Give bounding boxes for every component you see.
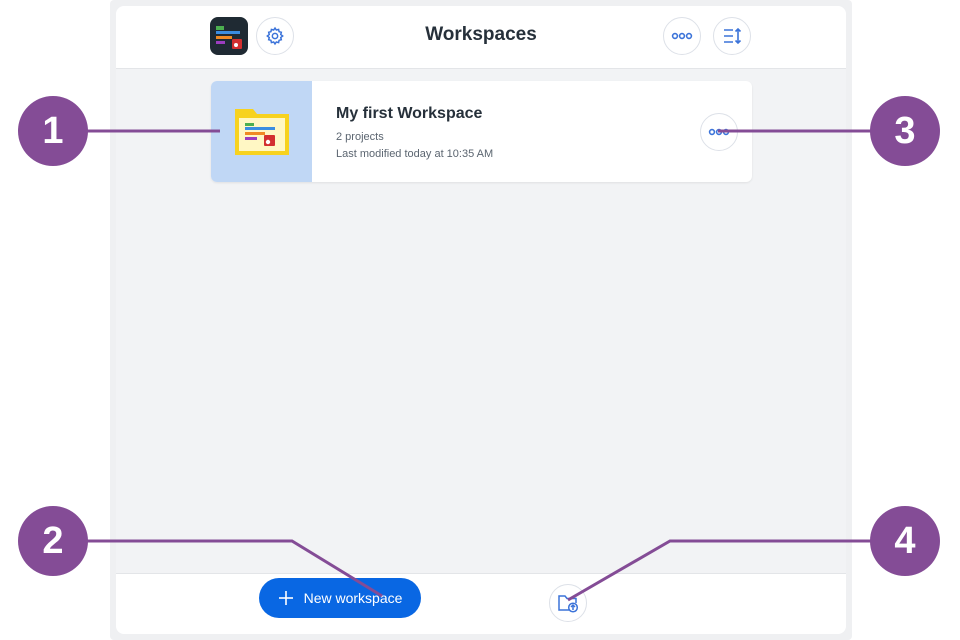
plus-icon	[278, 591, 293, 605]
new-workspace-button[interactable]: New workspace	[259, 578, 421, 618]
app-window: Workspaces My first Workspace 2 projects…	[116, 6, 846, 634]
workspace-card[interactable]: My first Workspace 2 projects Last modif…	[211, 81, 752, 182]
new-workspace-label: New workspace	[303, 590, 403, 606]
folder-upload-icon	[558, 595, 579, 613]
sort-button[interactable]	[713, 17, 751, 55]
folder-icon	[235, 109, 289, 155]
import-workspace-button[interactable]	[549, 584, 587, 622]
callout-badge: 3	[870, 96, 940, 166]
header: Workspaces	[116, 6, 846, 69]
workspace-name: My first Workspace	[336, 105, 483, 122]
sort-icon	[724, 27, 742, 45]
workspace-project-count: 2 projects	[336, 131, 384, 143]
workspace-last-modified: Last modified today at 10:35 AM	[336, 148, 494, 160]
workspace-options-button[interactable]	[700, 113, 738, 151]
more-options-button[interactable]	[663, 17, 701, 55]
workspace-thumbnail	[211, 81, 312, 182]
ellipsis-icon	[708, 128, 730, 136]
callout-badge: 2	[18, 506, 88, 576]
ellipsis-icon	[671, 32, 693, 40]
callout-badge: 1	[18, 96, 88, 166]
callout-badge: 4	[870, 506, 940, 576]
footer	[116, 573, 846, 634]
